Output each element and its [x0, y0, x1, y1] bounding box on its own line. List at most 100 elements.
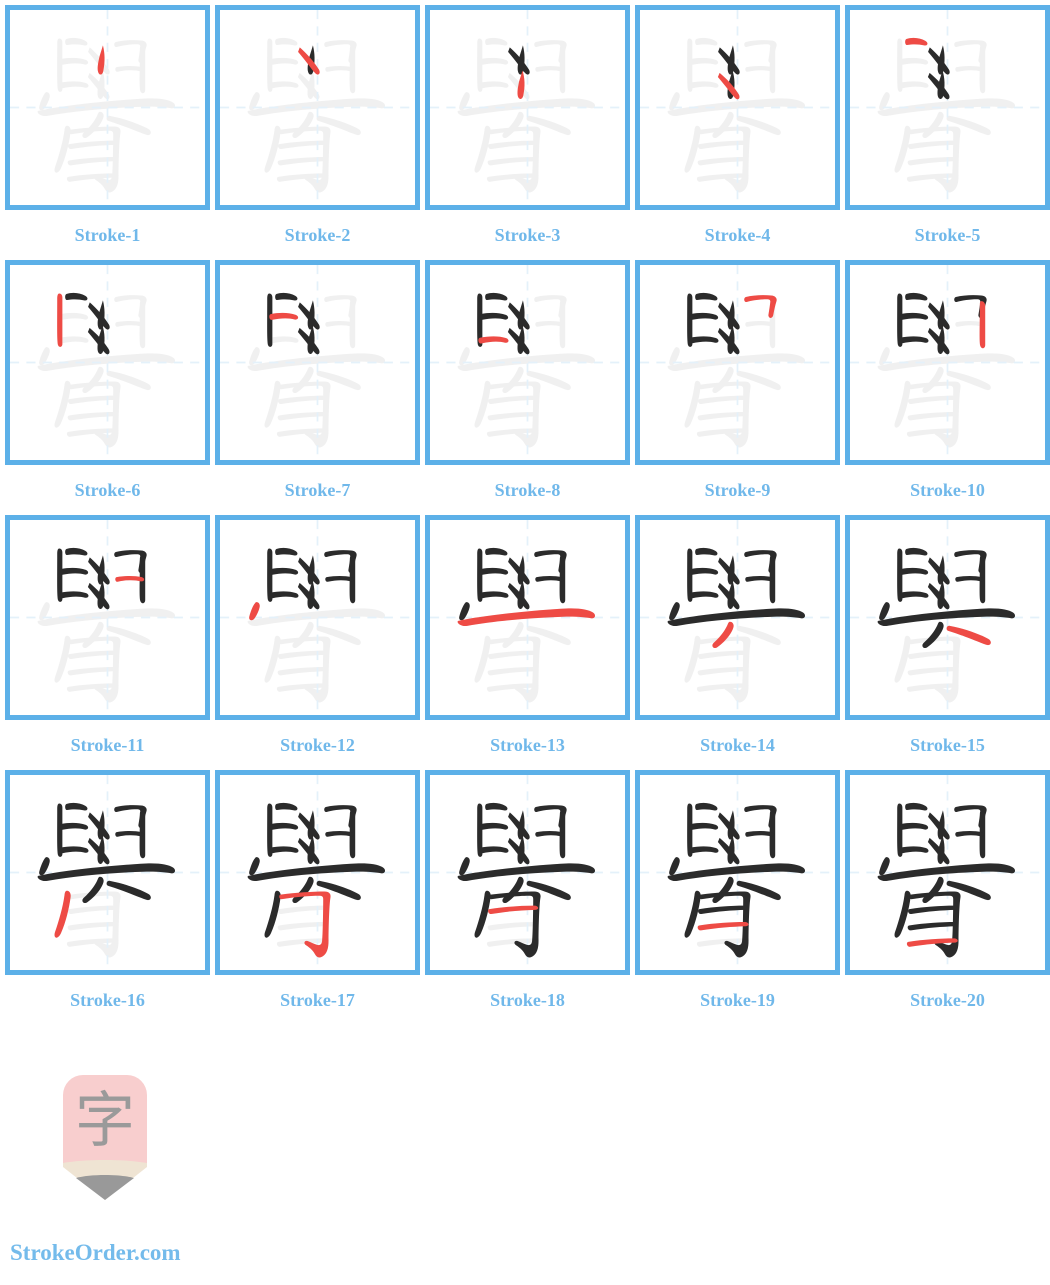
current-stroke [115, 575, 145, 582]
stroke-label: Stroke-13 [490, 735, 565, 755]
stroke-label: Stroke-4 [704, 225, 771, 245]
site-name[interactable]: StrokeOrder.com [10, 1240, 181, 1266]
stroke-cell-9[interactable]: Stroke-9 [635, 260, 840, 515]
stroke-cell-1[interactable]: Stroke-1 [5, 5, 210, 260]
stroke-canvas[interactable] [425, 260, 630, 465]
completed-strokes [877, 802, 1016, 958]
stroke-label: Stroke-12 [280, 735, 355, 755]
stroke-canvas[interactable] [5, 260, 210, 465]
stroke-label: Stroke-14 [700, 735, 775, 755]
stroke-canvas[interactable] [5, 5, 210, 210]
stroke-diagram [220, 10, 415, 205]
current-stroke [979, 301, 986, 349]
completed-strokes [267, 292, 320, 355]
stroke-cell-17[interactable]: Stroke-17 [215, 770, 420, 1025]
stroke-diagram [640, 265, 835, 460]
current-stroke [478, 336, 509, 344]
stroke-canvas[interactable] [5, 515, 210, 720]
stroke-canvas[interactable] [425, 770, 630, 975]
stroke-label: Stroke-17 [280, 990, 355, 1010]
stroke-label: Stroke-10 [910, 480, 985, 500]
stroke-canvas[interactable] [425, 515, 630, 720]
stroke-diagram [430, 10, 625, 205]
stroke-row: Stroke-11 Stroke-12 Stroke-13 Stroke-14 Stro… [5, 515, 1050, 770]
stroke-diagram [850, 10, 1045, 205]
stroke-label: Stroke-5 [914, 225, 981, 245]
stroke-cell-5[interactable]: Stroke-5 [845, 5, 1050, 260]
stroke-row: Stroke-16 Stroke-17 Stroke-18 Stroke-19 Stro… [5, 770, 1050, 1025]
stroke-cell-13[interactable]: Stroke-13 [425, 515, 630, 770]
stroke-canvas[interactable] [215, 515, 420, 720]
logo-glyph: 字 [75, 1086, 135, 1156]
stroke-cell-12[interactable]: Stroke-12 [215, 515, 420, 770]
stroke-canvas[interactable] [425, 5, 630, 210]
stroke-cell-7[interactable]: Stroke-7 [215, 260, 420, 515]
stroke-diagram [430, 775, 625, 970]
stroke-label: Stroke-20 [910, 990, 985, 1010]
stroke-diagram [10, 10, 205, 205]
current-stroke [54, 890, 71, 938]
stroke-diagram [430, 520, 625, 715]
stroke-diagram [850, 775, 1045, 970]
stroke-cell-8[interactable]: Stroke-8 [425, 260, 630, 515]
completed-strokes [457, 802, 596, 958]
stroke-label: Stroke-19 [700, 990, 775, 1010]
stroke-label: Stroke-18 [490, 990, 565, 1010]
stroke-cell-6[interactable]: Stroke-6 [5, 260, 210, 515]
completed-strokes [687, 292, 740, 355]
stroke-cell-4[interactable]: Stroke-4 [635, 5, 840, 260]
stroke-cell-16[interactable]: Stroke-16 [5, 770, 210, 1025]
stroke-canvas[interactable] [635, 260, 840, 465]
stroke-cell-18[interactable]: Stroke-18 [425, 770, 630, 1025]
stroke-cell-3[interactable]: Stroke-3 [425, 5, 630, 260]
stroke-cell-19[interactable]: Stroke-19 [635, 770, 840, 1025]
stroke-label: Stroke-3 [494, 225, 561, 245]
current-stroke [57, 293, 63, 347]
ghost-character [247, 37, 386, 193]
stroke-canvas[interactable] [845, 515, 1050, 720]
stroke-canvas[interactable] [635, 770, 840, 975]
stroke-canvas[interactable] [845, 770, 1050, 975]
stroke-cell-15[interactable]: Stroke-15 [845, 515, 1050, 770]
stroke-canvas[interactable] [215, 770, 420, 975]
stroke-diagram [640, 775, 835, 970]
stroke-label: Stroke-15 [910, 735, 985, 755]
completed-strokes [267, 547, 357, 610]
stroke-label: Stroke-11 [70, 735, 145, 755]
stroke-cell-10[interactable]: Stroke-10 [845, 260, 1050, 515]
stroke-diagram [850, 265, 1045, 460]
ghost-character [37, 37, 176, 193]
stroke-canvas[interactable] [845, 260, 1050, 465]
current-stroke [457, 608, 596, 627]
stroke-canvas[interactable] [5, 770, 210, 975]
current-stroke [712, 621, 734, 649]
stroke-cell-20[interactable]: Stroke-20 [845, 770, 1050, 1025]
stroke-diagram [640, 10, 835, 205]
stroke-cell-11[interactable]: Stroke-11 [5, 515, 210, 770]
stroke-canvas[interactable] [635, 5, 840, 210]
completed-strokes [877, 547, 1016, 649]
current-stroke [697, 922, 749, 931]
stroke-canvas[interactable] [215, 260, 420, 465]
stroke-diagram [220, 265, 415, 460]
stroke-canvas[interactable] [635, 515, 840, 720]
completed-strokes [37, 802, 176, 904]
stroke-canvas[interactable] [215, 5, 420, 210]
stroke-diagram [10, 520, 205, 715]
stroke-diagram [220, 775, 415, 970]
stroke-label: Stroke-8 [494, 480, 561, 500]
ghost-character [457, 37, 596, 193]
stroke-diagram [220, 520, 415, 715]
stroke-diagram [430, 265, 625, 460]
stroke-cell-2[interactable]: Stroke-2 [215, 5, 420, 260]
current-stroke [905, 37, 928, 46]
stroke-label: Stroke-16 [70, 990, 145, 1010]
stroke-cell-14[interactable]: Stroke-14 [635, 515, 840, 770]
stroke-label: Stroke-9 [704, 480, 771, 500]
stroke-row: Stroke-6 Stroke-7 Stroke-8 Stroke-9 Stroke-1… [5, 260, 1050, 515]
stroke-canvas[interactable] [845, 5, 1050, 210]
stroke-diagram [10, 775, 205, 970]
logo-tip-shape [76, 1175, 134, 1200]
completed-strokes [65, 292, 110, 355]
completed-strokes [667, 547, 806, 627]
